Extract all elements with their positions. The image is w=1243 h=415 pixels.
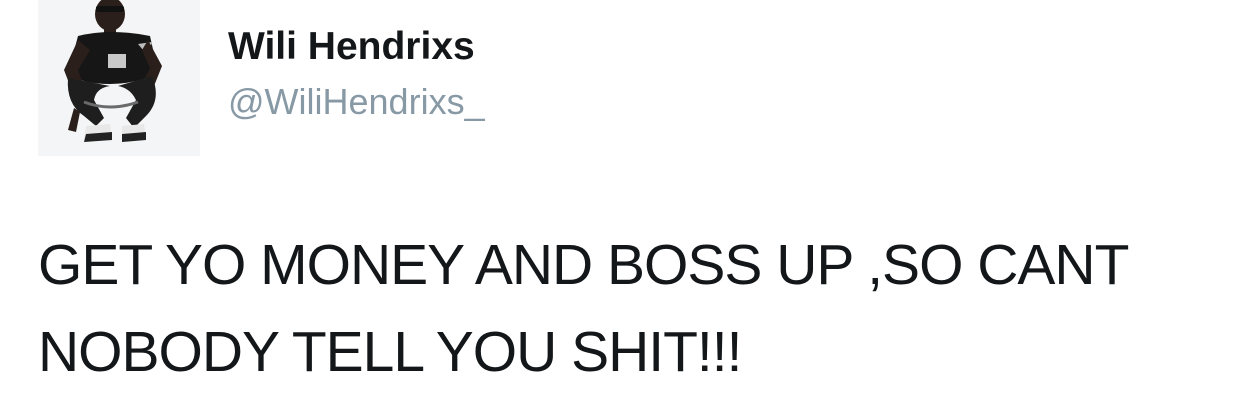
display-name[interactable]: Wili Hendrixs — [228, 24, 475, 70]
tweet-text: GET YO MONEY AND BOSS UP ,SO CANT NOBODY… — [38, 233, 1128, 384]
user-handle[interactable]: @WiliHendrixs_ — [228, 80, 485, 124]
avatar-person-icon — [38, 0, 200, 156]
tweet-card: Wili Hendrixs @WiliHendrixs_ GET YO MONE… — [0, 0, 1243, 415]
avatar[interactable] — [38, 0, 200, 156]
